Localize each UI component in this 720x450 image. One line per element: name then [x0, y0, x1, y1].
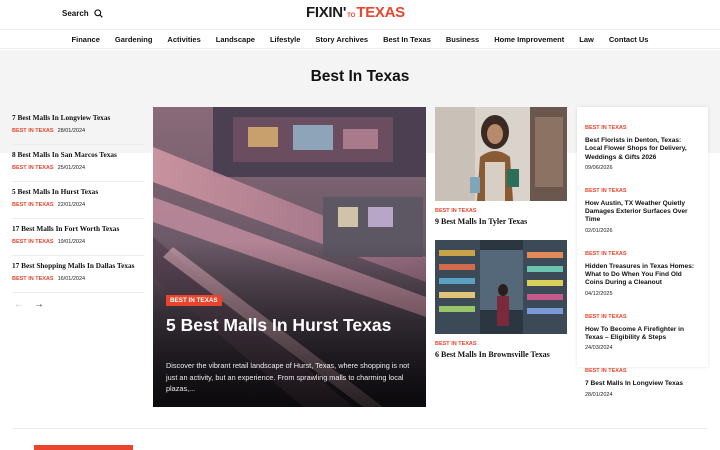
sidebar-post-title[interactable]: How Austin, TX Weather Quietly Damages E…	[585, 200, 700, 225]
nav-item-finance[interactable]: Finance	[64, 30, 107, 48]
section-tab-bar	[34, 445, 133, 450]
list-item[interactable]: 8 Best Malls In San Marcos Texas BEST IN…	[12, 145, 144, 182]
list-item-title[interactable]: 17 Best Shopping Malls In Dallas Texas	[12, 261, 144, 270]
sidebar-post-date: 04/12/2025	[585, 290, 613, 297]
nav-item-landscape[interactable]: Landscape	[208, 30, 262, 48]
list-item[interactable]: 17 Best Malls In Fort Worth Texas BEST I…	[12, 219, 144, 256]
list-pagination: ← →	[14, 299, 44, 310]
list-item-category[interactable]: BEST IN TEXAS	[12, 239, 54, 245]
nav-item-lifestyle[interactable]: Lifestyle	[262, 30, 307, 48]
sidebar-post-date: 02/01/2026	[585, 227, 613, 234]
nav-item-gardening[interactable]: Gardening	[107, 30, 160, 48]
sidebar-recent-posts: BEST IN TEXAS Best Florists in Denton, T…	[577, 107, 708, 398]
mid-article-title[interactable]: 6 Best Malls In Brownsville Texas	[435, 350, 567, 360]
sidebar-post-title[interactable]: 7 Best Malls In Longview Texas	[585, 380, 700, 388]
nav-item-best-in-texas[interactable]: Best In Texas	[376, 30, 439, 48]
mid-article-category[interactable]: BEST IN TEXAS	[435, 208, 567, 214]
sidebar-post-category[interactable]: BEST IN TEXAS	[585, 314, 627, 320]
sidebar-post[interactable]: BEST IN TEXAS Best Florists in Denton, T…	[585, 116, 700, 171]
nav-item-law[interactable]: Law	[572, 30, 602, 48]
feature-title[interactable]: 5 Best Malls In Hurst Texas	[166, 315, 416, 335]
list-item[interactable]: 17 Best Shopping Malls In Dallas Texas B…	[12, 256, 144, 293]
sidebar-post-date: 28/01/2024	[585, 391, 613, 398]
list-item-category[interactable]: BEST IN TEXAS	[12, 202, 54, 208]
featured-article[interactable]: BEST IN TEXAS 5 Best Malls In Hurst Texa…	[153, 107, 426, 407]
search-label: Search	[62, 9, 89, 18]
list-item[interactable]: 7 Best Malls In Longview Texas BEST IN T…	[12, 108, 144, 145]
arrow-right-icon[interactable]: →	[34, 299, 44, 310]
list-item-date: 16/01/2024	[57, 276, 86, 282]
sidebar-post[interactable]: BEST IN TEXAS How Austin, TX Weather Qui…	[585, 179, 700, 234]
list-item-title[interactable]: 7 Best Malls In Longview Texas	[12, 113, 144, 122]
sidebar-post[interactable]: BEST IN TEXAS 7 Best Malls In Longview T…	[585, 359, 700, 397]
section-divider	[12, 428, 708, 429]
sidebar-post-category[interactable]: BEST IN TEXAS	[585, 125, 627, 131]
list-item-date: 19/01/2024	[57, 239, 86, 245]
nav-item-business[interactable]: Business	[438, 30, 486, 48]
nav-item-story-archives[interactable]: Story Archives	[308, 30, 376, 48]
store-aisle-image	[435, 240, 567, 334]
sidebar-post-title[interactable]: Best Florists in Denton, Texas: Local Fl…	[585, 137, 700, 162]
list-item-category[interactable]: BEST IN TEXAS	[12, 128, 54, 134]
sidebar-post[interactable]: BEST IN TEXAS Hidden Treasures in Texas …	[585, 242, 700, 297]
main-nav: Finance Gardening Activities Landscape L…	[0, 29, 720, 49]
sidebar-post-date: 09/06/2026	[585, 164, 613, 171]
list-item-title[interactable]: 8 Best Malls In San Marcos Texas	[12, 150, 144, 159]
list-item-category[interactable]: BEST IN TEXAS	[12, 165, 54, 171]
sidebar-post-category[interactable]: BEST IN TEXAS	[585, 251, 627, 257]
woman-shopping-image	[435, 107, 567, 201]
mid-article[interactable]: BEST IN TEXAS 6 Best Malls In Brownsvill…	[435, 240, 567, 360]
list-item-title[interactable]: 17 Best Malls In Fort Worth Texas	[12, 224, 144, 233]
page-title: Best In Texas	[310, 68, 410, 85]
feature-description: Discover the vibrant retail landscape of…	[166, 361, 410, 393]
list-item-title[interactable]: 5 Best Malls In Hurst Texas	[12, 187, 144, 196]
site-logo[interactable]: FIXIN' TO TEXAS	[306, 4, 405, 21]
search-icon	[94, 9, 103, 18]
sidebar-post[interactable]: BEST IN TEXAS How To Become A Firefighte…	[585, 305, 700, 352]
mid-article-image[interactable]	[435, 107, 567, 201]
list-item-category[interactable]: BEST IN TEXAS	[12, 276, 54, 282]
logo-text-left: FIXIN'	[306, 4, 347, 21]
nav-item-home-improvement[interactable]: Home Improvement	[487, 30, 572, 48]
mid-article-image[interactable]	[435, 240, 567, 334]
search-button[interactable]: Search	[62, 9, 103, 18]
top-bar: Search FIXIN' TO TEXAS	[0, 0, 720, 28]
nav-item-activities[interactable]: Activities	[160, 30, 208, 48]
list-item-date: 28/01/2024	[57, 128, 86, 134]
feature-category-badge[interactable]: BEST IN TEXAS	[166, 295, 222, 306]
mid-article-title[interactable]: 9 Best Malls In Tyler Texas	[435, 217, 567, 227]
sidebar-post-title[interactable]: Hidden Treasures in Texas Homes: What to…	[585, 263, 700, 288]
sidebar-post-title[interactable]: How To Become A Firefighter in Texas – E…	[585, 326, 700, 343]
nav-item-contact-us[interactable]: Contact Us	[601, 30, 656, 48]
mid-article[interactable]: BEST IN TEXAS 9 Best Malls In Tyler Texa…	[435, 107, 567, 227]
arrow-left-icon[interactable]: ←	[14, 299, 24, 310]
list-item[interactable]: 5 Best Malls In Hurst Texas BEST IN TEXA…	[12, 182, 144, 219]
sidebar-post-date: 24/03/2024	[585, 345, 613, 352]
list-item-date: 25/01/2024	[57, 165, 86, 171]
logo-text-to: TO	[347, 13, 356, 19]
article-list: 7 Best Malls In Longview Texas BEST IN T…	[12, 108, 144, 293]
sidebar-post-category[interactable]: BEST IN TEXAS	[585, 188, 627, 194]
list-item-date: 22/01/2024	[57, 202, 86, 208]
mid-article-category[interactable]: BEST IN TEXAS	[435, 341, 567, 347]
sidebar-post-category[interactable]: BEST IN TEXAS	[585, 368, 627, 374]
logo-text-right: TEXAS	[356, 4, 405, 21]
